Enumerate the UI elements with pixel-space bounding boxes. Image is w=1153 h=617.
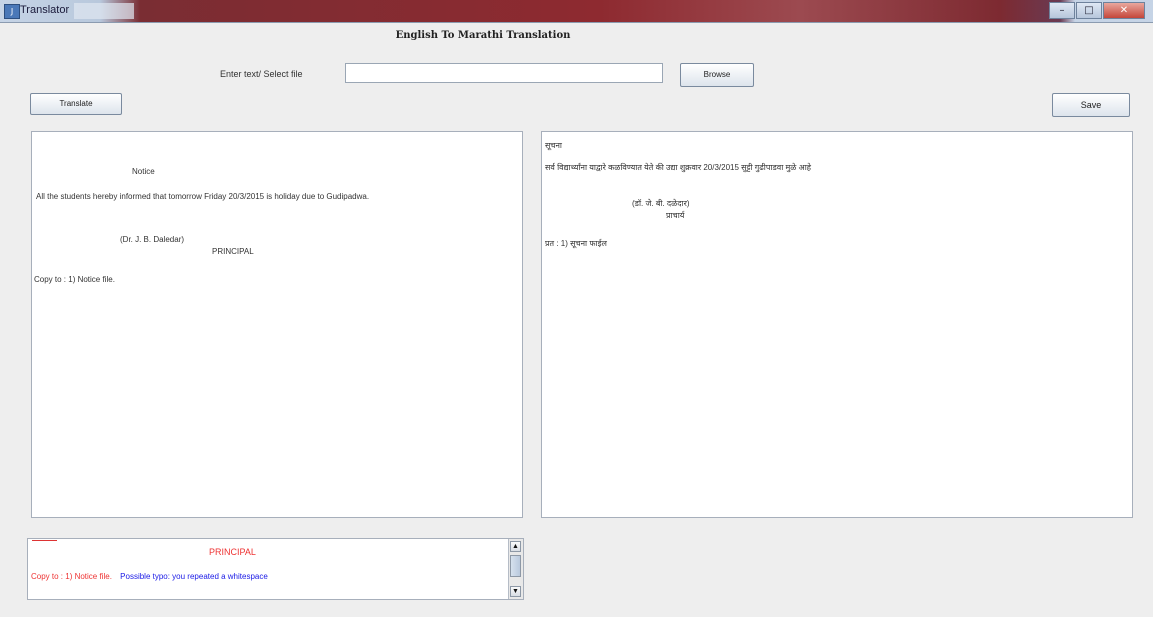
source-line: Notice <box>132 167 155 176</box>
source-line: (Dr. J. B. Daledar) <box>120 235 185 244</box>
error-line: PRINCIPAL <box>209 547 256 557</box>
input-label: Enter text/ Select file <box>220 69 303 79</box>
source-line: All the students hereby informed that to… <box>36 192 370 201</box>
page-title: English To Marathi Translation <box>395 30 571 41</box>
source-line: Copy to : 1) Notice file. <box>34 275 115 284</box>
typo-message: Possible typo: you repeated a whitespace <box>120 572 268 581</box>
scrollbar-thumb[interactable] <box>510 555 521 577</box>
close-button[interactable]: ✕ <box>1103 2 1145 19</box>
minimize-button[interactable]: – <box>1049 2 1075 19</box>
error-panel-marker <box>32 540 57 541</box>
error-line: Copy to : 1) Notice file. Possible typo:… <box>31 572 268 581</box>
browse-button[interactable]: Browse <box>680 63 754 87</box>
translate-button[interactable]: Translate <box>30 93 122 115</box>
vertical-scrollbar[interactable]: ▲ ▼ <box>508 539 523 599</box>
text-input[interactable] <box>345 63 663 83</box>
window-titlebar[interactable]: J Translator – □ ✕ <box>0 0 1153 23</box>
window-title: Translator <box>20 4 70 16</box>
translated-line: प्राचार्य <box>666 211 685 220</box>
app-icon: J <box>4 4 20 19</box>
source-line: PRINCIPAL <box>212 247 254 256</box>
error-check-panel[interactable]: PRINCIPAL Copy to : 1) Notice file. Poss… <box>27 538 524 600</box>
titlebar-highlight <box>74 3 134 19</box>
save-button[interactable]: Save <box>1052 93 1130 117</box>
scroll-up-arrow-icon[interactable]: ▲ <box>510 541 521 552</box>
scroll-down-arrow-icon[interactable]: ▼ <box>510 586 521 597</box>
translated-line: प्रत : 1) सूचना फाईल <box>545 239 607 248</box>
translated-line: (डॉ. जे. बी. दळेदार) <box>632 199 690 208</box>
error-text: Copy to : 1) Notice file. <box>31 572 112 581</box>
translated-line: सर्व विद्यार्थ्यांना याद्वारे कळविण्यात … <box>545 163 811 172</box>
maximize-button[interactable]: □ <box>1076 2 1102 19</box>
translated-line: सूचना <box>545 141 562 150</box>
source-text-area[interactable]: Notice All the students hereby informed … <box>31 131 523 518</box>
window-controls: – □ ✕ <box>1048 2 1145 19</box>
translated-text-area[interactable]: सूचना सर्व विद्यार्थ्यांना याद्वारे कळवि… <box>541 131 1133 518</box>
